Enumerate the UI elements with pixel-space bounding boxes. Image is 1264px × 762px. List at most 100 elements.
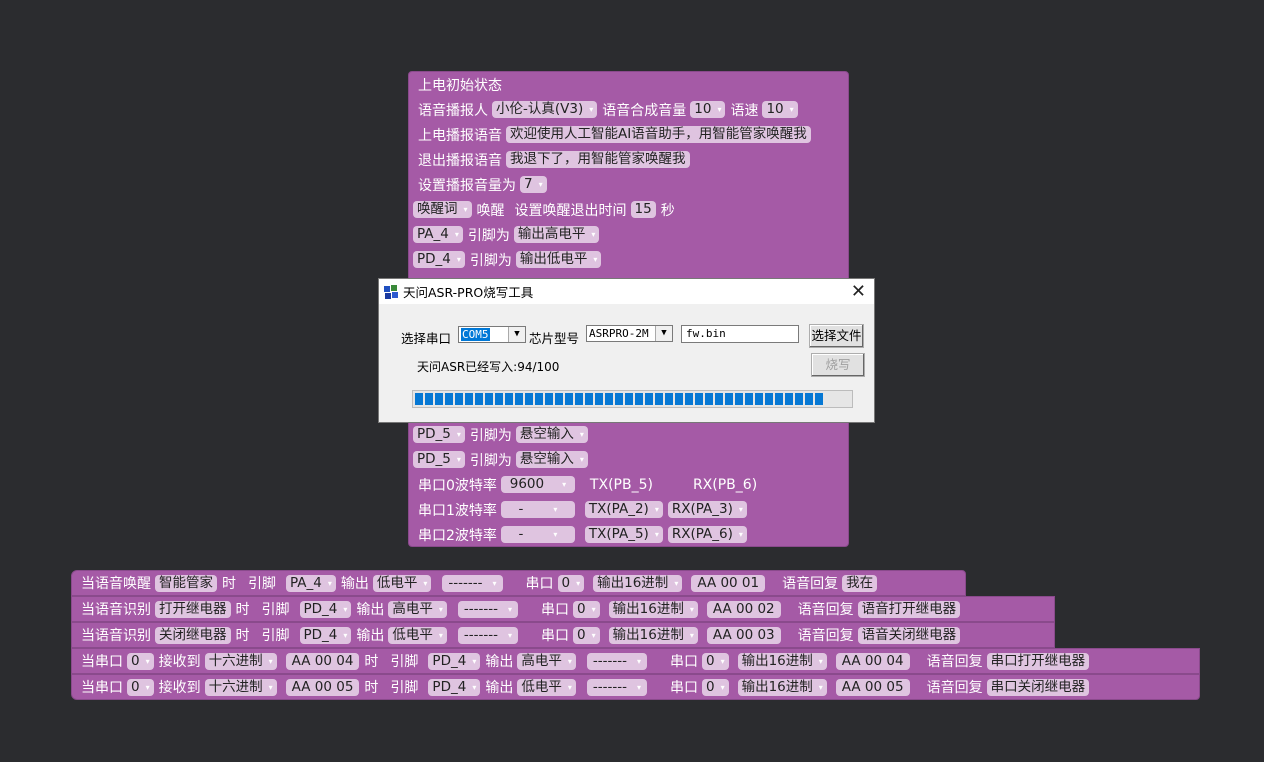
in-format-select[interactable]: 十六进制 ▾ (204, 652, 277, 670)
uart0-label: 串口0波特率 (418, 477, 497, 494)
burn-button[interactable]: 烧写 (811, 353, 865, 377)
uart-label: 串口 (525, 576, 554, 592)
extra-value: ------- (463, 626, 499, 643)
pin-select[interactable]: PD_4 ▾ (428, 652, 481, 670)
pin-mode-value: 悬空输入 (519, 451, 574, 467)
pin-select[interactable]: PD_4 ▾ (413, 251, 465, 268)
uart2-baud-select[interactable]: - ▾ (500, 526, 575, 543)
output-label: 输出 (485, 654, 514, 670)
poweron-text-field[interactable]: 欢迎使用人工智能AI语音助手，用智能管家唤醒我 (506, 126, 811, 143)
chip-select[interactable]: ASRPRO-2M ▼ (586, 325, 673, 342)
output-format-select[interactable]: 输出16进制 ▾ (737, 652, 827, 670)
progress-segment (735, 393, 743, 405)
trigger-text-field[interactable]: 关闭继电器 (155, 626, 231, 644)
extra-select[interactable]: ------- ▾ (457, 600, 519, 618)
uart2-baud-value: - (518, 526, 524, 542)
rule-row-uart[interactable]: 当串口 0 ▾ 接收到 十六进制 ▾ AA 00 04 时 引脚 PD_4 ▾ 输出 … (71, 648, 1200, 674)
extra-select[interactable]: ------- ▾ (586, 678, 647, 696)
dropdown-arrow-icon: ▾ (343, 604, 348, 614)
uart-select[interactable]: 0 ▾ (557, 574, 585, 592)
output-format-select[interactable]: 输出16进制 ▾ (608, 626, 698, 644)
level-select[interactable]: 低电平 ▾ (388, 626, 447, 644)
pin-label: 引脚 (248, 576, 276, 592)
trigger-text-field[interactable]: 智能管家 (155, 574, 217, 592)
port-select[interactable]: COM5 ▼ (458, 326, 526, 343)
pin-select[interactable]: PA_4 ▾ (286, 574, 336, 592)
dropdown-arrow-icon: ▾ (579, 430, 584, 439)
output-format-select[interactable]: 输出16进制 ▾ (737, 678, 827, 696)
progress-segment (475, 393, 483, 405)
uart2-rx-value: RX(PA_6) (671, 526, 733, 542)
uart2-rx-select[interactable]: RX(PA_6) ▾ (667, 526, 747, 543)
burn-tool-dialog[interactable]: 天问ASR-PRO烧写工具 ✕ 选择串口 COM5 ▼ 芯片型号 ASRPRO-… (378, 278, 875, 423)
speed-select[interactable]: 10 ▾ (762, 101, 798, 118)
wake-word-select[interactable]: 唤醒词 ▾ (413, 201, 472, 218)
uart1-rx-select[interactable]: RX(PA_3) ▾ (667, 501, 747, 518)
uart-select[interactable]: 0 ▾ (701, 678, 729, 696)
pin-mode-select[interactable]: 悬空输入 ▾ (515, 426, 588, 443)
rule-row-uart[interactable]: 当串口 0 ▾ 接收到 十六进制 ▾ AA 00 05 时 引脚 PD_4 ▾ 输出 … (71, 674, 1200, 700)
level-select[interactable]: 低电平 ▾ (372, 574, 432, 592)
reply-text-field[interactable]: 语音打开继电器 (857, 600, 961, 618)
uart-select[interactable]: 0 ▾ (573, 600, 600, 618)
output-format-value: 输出16进制 (741, 678, 813, 695)
pin-select[interactable]: PD_5 ▾ (413, 426, 465, 443)
uart-select[interactable]: 0 ▾ (701, 652, 729, 670)
in-hex-field[interactable]: AA 00 05 (285, 678, 360, 696)
reply-text-field[interactable]: 语音关闭继电器 (857, 626, 961, 644)
pin-select[interactable]: PA_4 ▾ (413, 226, 463, 243)
output-format-select[interactable]: 输出16进制 ▾ (608, 600, 698, 618)
speaker-select[interactable]: 小伦-认真(V3) ▾ (492, 101, 598, 118)
in-uart-select[interactable]: 0 ▾ (127, 678, 154, 696)
uart1-tx-select[interactable]: TX(PA_2) ▾ (584, 501, 663, 518)
reply-text-field[interactable]: 串口关闭继电器 (986, 678, 1090, 696)
pin-value: PD_5 (417, 426, 451, 442)
progress-segment (585, 393, 593, 405)
set-volume-select[interactable]: 7 ▾ (520, 176, 547, 193)
output-format-select[interactable]: 输出16进制 ▾ (593, 574, 683, 592)
hex-field[interactable]: AA 00 02 (706, 600, 781, 618)
uart-select[interactable]: 0 ▾ (573, 626, 600, 644)
close-icon[interactable]: ✕ (851, 281, 866, 302)
dropdown-arrow-icon: ▾ (720, 682, 725, 692)
reply-text-field[interactable]: 串口打开继电器 (986, 652, 1090, 670)
pin-select[interactable]: PD_4 ▾ (299, 626, 352, 644)
uart2-tx-select[interactable]: TX(PA_5) ▾ (584, 526, 663, 543)
extra-select[interactable]: ------- ▾ (586, 652, 647, 670)
pin-mode-select[interactable]: 输出高电平 ▾ (513, 226, 600, 243)
pin-select[interactable]: PD_4 ▾ (428, 678, 481, 696)
level-select[interactable]: 低电平 ▾ (517, 678, 576, 696)
rule-row-wake[interactable]: 当语音唤醒 智能管家 时 引脚 PA_4 ▾ 输出 低电平 ▾ ------- ▾ 串… (71, 570, 966, 596)
dialog-titlebar[interactable]: 天问ASR-PRO烧写工具 ✕ (379, 279, 874, 304)
exit-text-field[interactable]: 我退下了，用智能管家唤醒我 (506, 151, 690, 168)
hex-field[interactable]: AA 00 01 (691, 574, 766, 592)
in-hex-field[interactable]: AA 00 04 (285, 652, 360, 670)
wake-timeout-field[interactable]: 15 (630, 201, 656, 218)
in-uart-select[interactable]: 0 ▾ (127, 652, 154, 670)
level-select[interactable]: 高电平 ▾ (388, 600, 447, 618)
dropdown-arrow-icon: ▾ (423, 578, 428, 588)
hex-field[interactable]: AA 00 04 (835, 652, 910, 670)
reply-text-field[interactable]: 我在 (842, 574, 878, 592)
synth-volume-select[interactable]: 10 ▾ (690, 101, 726, 118)
extra-select[interactable]: ------- ▾ (457, 626, 519, 644)
pin-value: PA_4 (290, 574, 322, 591)
in-format-select[interactable]: 十六进制 ▾ (204, 678, 277, 696)
trigger-text-field[interactable]: 打开继电器 (155, 600, 231, 618)
file-path-input[interactable]: fw.bin (681, 325, 799, 343)
dropdown-arrow-icon: ▾ (589, 105, 594, 114)
pin-select[interactable]: PD_5 ▾ (413, 451, 465, 468)
uart0-baud-select[interactable]: 9600 ▾ (500, 476, 575, 493)
hex-field[interactable]: AA 00 03 (706, 626, 781, 644)
rule-row-recognize[interactable]: 当语音识别 关闭继电器 时 引脚 PD_4 ▾ 输出 低电平 ▾ ------- ▾ … (71, 622, 1055, 648)
level-select[interactable]: 高电平 ▾ (517, 652, 576, 670)
uart1-baud-select[interactable]: - ▾ (500, 501, 575, 518)
hex-field[interactable]: AA 00 05 (835, 678, 910, 696)
rule-row-recognize[interactable]: 当语音识别 打开继电器 时 引脚 PD_4 ▾ 输出 高电平 ▾ ------- ▾ … (71, 596, 1055, 622)
pin-mode-select[interactable]: 悬空输入 ▾ (515, 451, 588, 468)
pin-select[interactable]: PD_4 ▾ (299, 600, 352, 618)
extra-select[interactable]: ------- ▾ (442, 574, 503, 592)
progress-segment (745, 393, 753, 405)
choose-file-button[interactable]: 选择文件 (809, 324, 864, 348)
pin-mode-select[interactable]: 输出低电平 ▾ (515, 251, 602, 268)
